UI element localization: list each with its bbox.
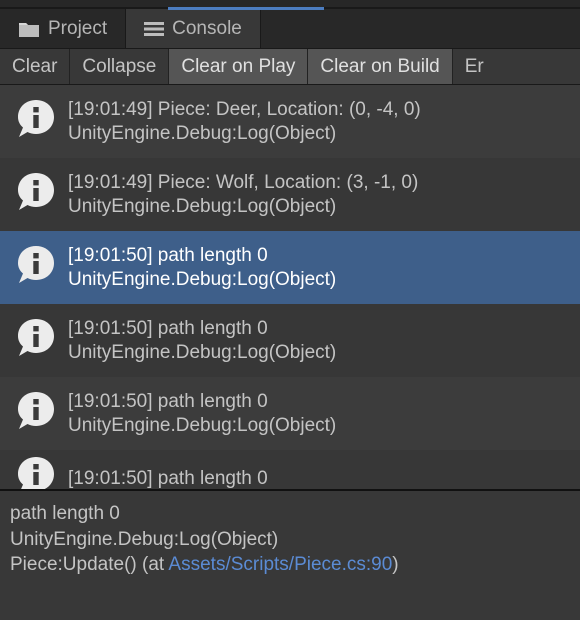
stack-trace-suffix: ) <box>392 554 398 575</box>
log-entry-text: [19:01:49] Piece: Wolf, Location: (3, -1… <box>68 171 418 219</box>
tab-project[interactable]: Project <box>0 9 126 48</box>
log-entry[interactable]: [19:01:49] Piece: Wolf, Location: (3, -1… <box>0 158 580 231</box>
log-detail-panel[interactable]: path length 0 UnityEngine.Debug:Log(Obje… <box>0 489 580 617</box>
clear-button[interactable]: Clear <box>0 49 70 84</box>
lines-icon <box>144 21 164 37</box>
log-entry-text: [19:01:50] path length 0 <box>68 467 268 489</box>
log-line1: [19:01:49] Piece: Deer, Location: (0, -4… <box>68 98 421 122</box>
log-line1: [19:01:50] path length 0 <box>68 467 268 489</box>
log-entry[interactable]: [19:01:50] path length 0 UnityEngine.Deb… <box>0 304 580 377</box>
clear-on-build-toggle[interactable]: Clear on Build <box>308 49 452 84</box>
tab-console-label: Console <box>172 18 242 40</box>
log-line2: UnityEngine.Debug:Log(Object) <box>68 341 336 365</box>
log-line1: [19:01:50] path length 0 <box>68 244 336 268</box>
log-line2: UnityEngine.Debug:Log(Object) <box>68 122 421 146</box>
log-line2: UnityEngine.Debug:Log(Object) <box>68 195 418 219</box>
log-line1: [19:01:50] path length 0 <box>68 317 336 341</box>
info-icon <box>14 170 58 219</box>
log-entry[interactable]: [19:01:50] path length 0 UnityEngine.Deb… <box>0 231 580 304</box>
log-line1: [19:01:49] Piece: Wolf, Location: (3, -1… <box>68 171 418 195</box>
info-icon <box>14 243 58 292</box>
info-icon <box>14 454 58 489</box>
clear-on-play-toggle[interactable]: Clear on Play <box>169 49 308 84</box>
log-entry-text: [19:01:50] path length 0 UnityEngine.Deb… <box>68 317 336 365</box>
log-entry-text: [19:01:50] path length 0 UnityEngine.Deb… <box>68 244 336 292</box>
log-entry-text: [19:01:49] Piece: Deer, Location: (0, -4… <box>68 98 421 146</box>
log-list[interactable]: [19:01:49] Piece: Deer, Location: (0, -4… <box>0 85 580 489</box>
info-icon <box>14 316 58 365</box>
tab-console[interactable]: Console <box>126 9 261 48</box>
stack-trace-link[interactable]: Assets/Scripts/Piece.cs:90 <box>168 554 392 575</box>
info-icon <box>14 389 58 438</box>
log-entry[interactable]: [19:01:50] path length 0 UnityEngine.Deb… <box>0 377 580 450</box>
console-toolbar: Clear Collapse Clear on Play Clear on Bu… <box>0 49 580 85</box>
collapse-button[interactable]: Collapse <box>70 49 169 84</box>
stack-trace-prefix: Piece:Update() (at <box>10 554 168 575</box>
tab-bar: Project Console <box>0 9 580 49</box>
log-entry[interactable]: [19:01:50] path length 0 <box>0 450 580 489</box>
log-entry-text: [19:01:50] path length 0 UnityEngine.Deb… <box>68 390 336 438</box>
tab-project-label: Project <box>48 18 107 40</box>
info-icon <box>14 97 58 146</box>
error-toggle[interactable]: Er <box>453 49 492 84</box>
detail-stack: Piece:Update() (at Assets/Scripts/Piece.… <box>10 552 570 578</box>
log-line1: [19:01:50] path length 0 <box>68 390 336 414</box>
detail-message: path length 0 <box>10 501 570 527</box>
detail-source: UnityEngine.Debug:Log(Object) <box>10 527 570 553</box>
folder-icon <box>18 20 40 38</box>
log-line2: UnityEngine.Debug:Log(Object) <box>68 414 336 438</box>
log-line2: UnityEngine.Debug:Log(Object) <box>68 268 336 292</box>
log-entry[interactable]: [19:01:49] Piece: Deer, Location: (0, -4… <box>0 85 580 158</box>
